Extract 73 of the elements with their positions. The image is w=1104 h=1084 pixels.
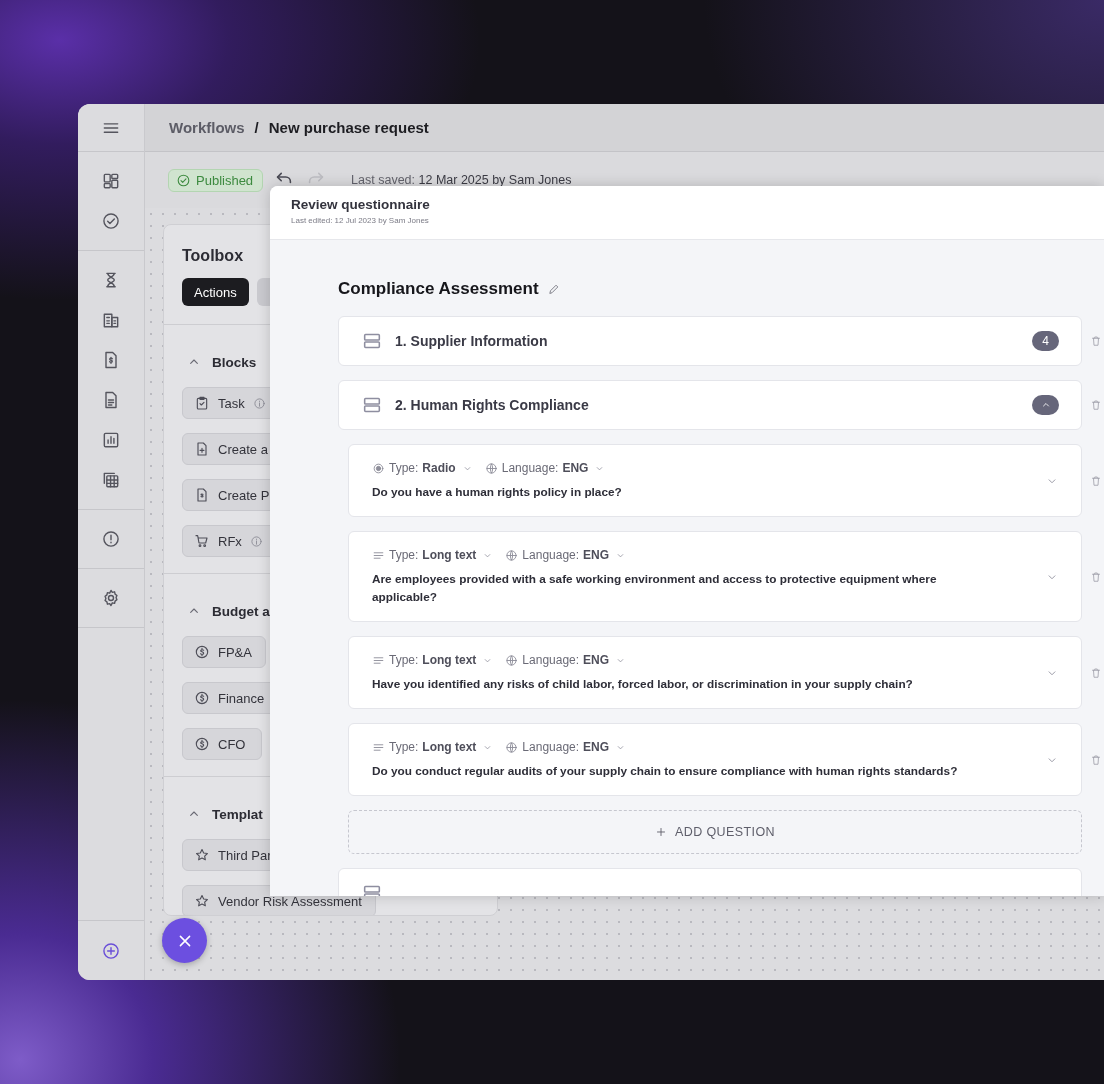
last-edited-text: Last edited: 12 Jul 2023 by Sam Jones <box>291 216 430 225</box>
tab[interactable]: Actions <box>182 278 249 306</box>
add-question-button[interactable]: ADD QUESTION <box>348 810 1082 854</box>
table-icon <box>101 470 121 490</box>
globe-icon <box>484 461 498 475</box>
info-icon <box>252 396 266 410</box>
group-header[interactable]: Blocks <box>182 354 257 370</box>
panel-title: Toolbox <box>182 247 245 265</box>
page-title: New purchase request <box>268 119 429 136</box>
trash-icon <box>1090 665 1102 680</box>
file-plus-icon <box>194 441 210 457</box>
delete-button[interactable] <box>1090 752 1102 767</box>
question-text: Do you have a human rights policy in place? <box>372 484 623 501</box>
dollar-coin-icon <box>194 690 210 706</box>
section-title: 1. Supplier Information <box>395 333 548 349</box>
trash-icon <box>1090 473 1102 488</box>
globe-icon <box>505 548 519 562</box>
trash-icon <box>1090 752 1102 767</box>
form-title: Compliance Assessment <box>338 279 539 299</box>
alert-icon <box>101 529 121 549</box>
dollar-coin-icon <box>194 736 210 752</box>
check-circle-icon <box>101 211 121 231</box>
dashboard-icon <box>101 171 121 191</box>
pencil-icon <box>546 282 561 296</box>
delete-button[interactable] <box>1090 569 1102 584</box>
star-icon <box>194 893 210 909</box>
radio-icon <box>372 461 385 475</box>
delete-button[interactable] <box>1090 398 1102 412</box>
question-text: Have you identified any risks of child labor, forced labor, or discrimination in your supply chain? <box>372 676 914 693</box>
trash-icon <box>1090 398 1102 412</box>
section-card[interactable]: 2. Human Rights Compliance <box>338 380 1082 430</box>
status-badge: Published <box>168 168 264 192</box>
settings-icon <box>101 588 121 608</box>
type-dropdown[interactable]: Type: Long text <box>372 548 494 562</box>
info-icon <box>249 534 263 548</box>
bar-chart-icon <box>101 430 121 450</box>
section-card[interactable]: 1. Supplier Information 4 <box>338 316 1082 366</box>
language-dropdown[interactable]: Language: ENG <box>505 548 627 562</box>
toolbox-item[interactable]: FP&A <box>182 636 266 668</box>
delete-button[interactable] <box>1090 473 1102 488</box>
last-saved-text: Last saved: 12 Mar 2025 by Sam Jones <box>351 173 572 187</box>
file-dollar-icon <box>194 487 210 503</box>
globe-icon <box>505 740 519 754</box>
dollar-coin-icon <box>194 644 210 660</box>
star-icon <box>194 847 210 863</box>
question-text: Do you conduct regular audits of your supply chain to ensure compliance with human rights standards? <box>372 763 959 780</box>
delete-button[interactable] <box>1090 665 1102 680</box>
trash-icon <box>1090 569 1102 584</box>
language-dropdown[interactable]: Language: ENG <box>505 653 627 667</box>
clipboard-check-icon <box>194 395 210 411</box>
breadcrumb-link[interactable]: Workflows <box>169 119 245 136</box>
group-header[interactable]: Templat <box>182 806 263 822</box>
toolbox-item[interactable]: CFO <box>182 728 262 760</box>
edit-button[interactable] <box>546 282 561 296</box>
delete-button[interactable] <box>1090 334 1102 348</box>
question-text: Are employees provided with a safe working environment and access to protective equipment where applicable? <box>372 571 938 606</box>
type-dropdown[interactable]: Type: Long text <box>372 740 494 754</box>
type-dropdown[interactable]: Type: Long text <box>372 653 494 667</box>
language-dropdown[interactable]: Language: ENG <box>484 461 606 475</box>
collapse-button[interactable] <box>1032 395 1059 415</box>
group-header[interactable]: Budget a <box>182 603 270 619</box>
globe-icon <box>505 653 519 667</box>
check-circle-icon <box>176 172 191 188</box>
modal-title: Review questionnaire <box>291 197 431 212</box>
building-icon <box>101 310 121 330</box>
type-dropdown[interactable]: Type: Radio <box>372 461 473 475</box>
count-badge: 4 <box>1032 331 1059 351</box>
cart-icon <box>194 533 210 549</box>
trash-icon <box>1090 334 1102 348</box>
plus-circle-icon <box>101 940 121 961</box>
breadcrumb-separator: / <box>254 119 259 136</box>
language-dropdown[interactable]: Language: ENG <box>505 740 627 754</box>
section-title: 2. Human Rights Compliance <box>395 397 589 413</box>
